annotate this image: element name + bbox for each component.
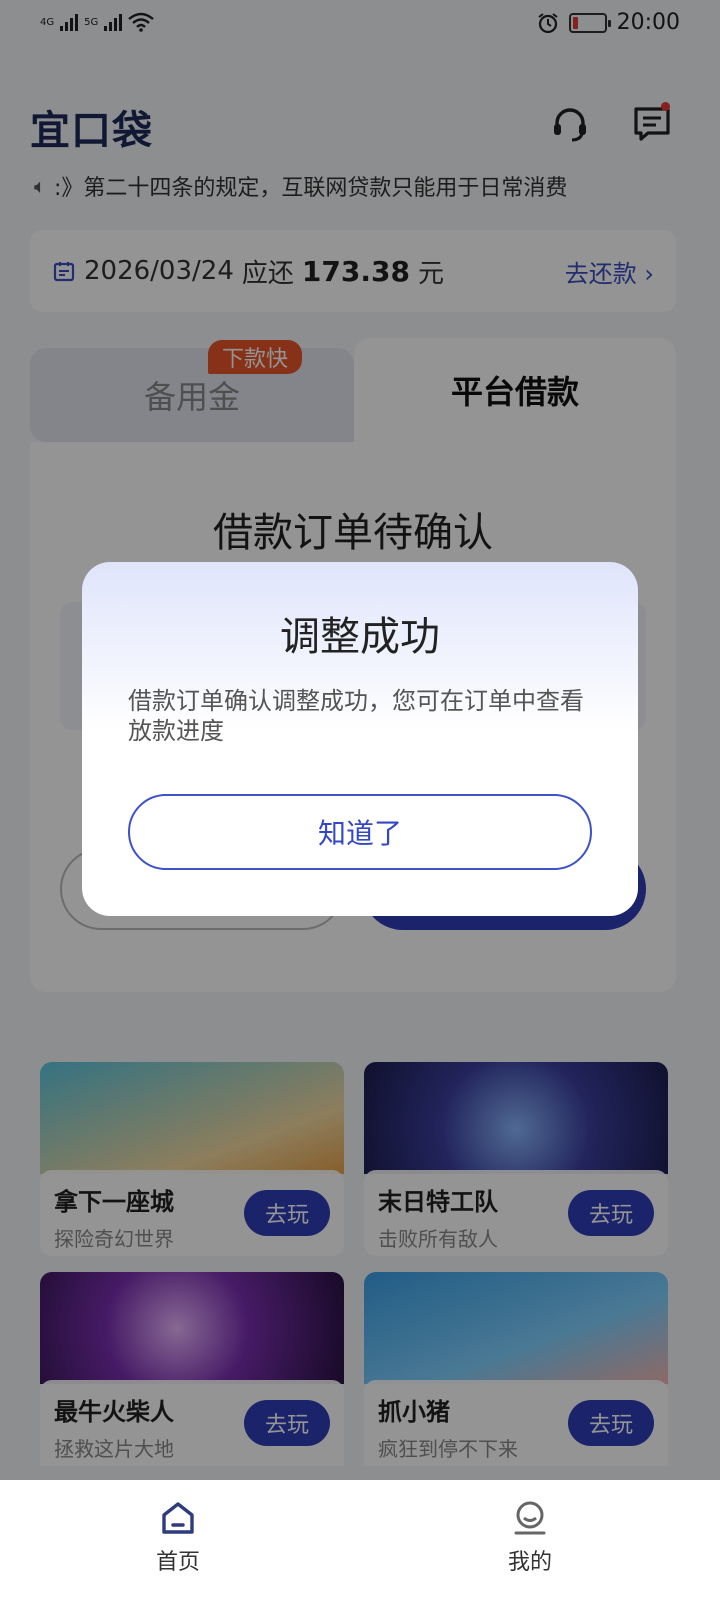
acknowledge-button[interactable]: 知道了 (128, 794, 592, 870)
nav-mine-label: 我的 (507, 1550, 552, 1575)
nav-home[interactable]: 首页 (118, 1498, 238, 1576)
home-icon (162, 1502, 194, 1534)
bottom-nav: 首页 我的 (0, 1480, 720, 1600)
profile-icon (514, 1501, 546, 1535)
dialog-title: 调整成功 (280, 614, 440, 660)
nav-mine[interactable]: 我的 (470, 1498, 590, 1576)
nav-home-label: 首页 (155, 1550, 200, 1575)
dialog-message: 借款订单确认调整成功，您可在订单中查看放款进度 (128, 687, 584, 745)
success-dialog: 调整成功 借款订单确认调整成功，您可在订单中查看放款进度 知道了 (82, 562, 638, 916)
